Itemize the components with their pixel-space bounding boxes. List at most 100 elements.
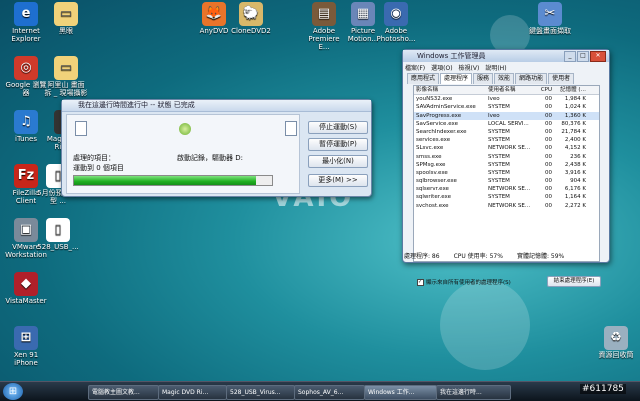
vistamaster-icon: ◆ [14,272,38,296]
desktop-icon[interactable]: ♻ 資源回收筒 [594,326,638,359]
minimize-button[interactable]: 最小化(N) [308,155,368,168]
table-cell: NETWORK SE... [488,186,531,193]
desktop-icon-label: Internet Explorer [11,27,41,43]
column-header[interactable]: 使用者名稱 [488,86,538,94]
table-row[interactable]: spoolsv.exe SYSTEM 00 3,916 K [414,169,599,177]
taskbar-button[interactable]: 電腦教主圖文教... [88,385,159,400]
desktop-icon-label: 鍵盤畫面擷取 [529,27,571,35]
table-cell: sqlbrowser.exe [416,178,457,185]
desktop-icon[interactable]: 🐑 CloneDVD2 [229,2,273,35]
table-row[interactable]: SLsvc.exe NETWORK SE... 00 4,152 K [414,144,599,152]
checkbox-box[interactable]: ✓ [417,278,424,286]
filezilla-icon: Fz [14,164,38,188]
menu-item[interactable]: 檔案(F) [405,63,425,72]
desktop-icon[interactable]: ♫ iTunes [4,110,48,143]
stop-button[interactable]: 停止運動(S) [308,121,368,134]
table-cell: 80,376 K [561,120,586,127]
table-cell: 4,152 K [564,145,586,152]
table-cell: sqlservr.exe [416,186,449,193]
tab[interactable]: 處理程序 [440,73,473,84]
table-row[interactable]: services.exe SYSTEM 00 2,400 K [414,136,599,144]
taskbar-button[interactable]: Magic DVD Ri... [158,385,227,400]
desktop-icon[interactable]: ▤ Adobe Premiere E... [302,2,346,51]
desktop-icon[interactable]: ▭ 阿里山 畫面拆 _ 現場攝影 [44,56,88,97]
pause-button[interactable]: 暫停運動(P) [308,138,368,151]
tab[interactable]: 網路功能 [515,73,548,84]
desktop-icon-label: VistaMaster [5,297,47,305]
show-all-users-checkbox[interactable]: ✓ 顯示來自所有使用者的處理程序(S) [417,278,511,286]
column-header[interactable]: CPU [538,86,552,94]
desktop-icon[interactable]: ▭ 黑眼 [44,2,88,35]
table-row[interactable]: SavService.exe LOCAL SERVI... 00 80,376 K [414,120,599,128]
menu-item[interactable]: 檢視(V) [459,63,480,72]
table-row[interactable]: SavProgress.exe Iveo 00 1,360 K [414,111,599,120]
window-controls: _ □ ✕ [564,51,606,62]
task-manager-menu: 檔案(F) 選項(O) 檢視(V) 說明(H) [405,63,507,72]
taskbar-button[interactable]: Windows 工作... [364,385,437,400]
task-manager-window[interactable]: Windows 工作管理員 _ □ ✕ 檔案(F) 選項(O) 檢視(V) 說明(H)… [402,49,610,287]
desktop-icon[interactable]: ⊞ Xen 91 iPhone [4,326,48,367]
source-path: 啟動記錄，驅動器 D: [177,154,243,162]
desktop-icon[interactable]: ◆ VistaMaster [4,272,48,305]
table-cell: 00 [545,128,552,135]
minimize-window-button[interactable]: _ [564,51,576,62]
tab[interactable]: 應用程式 [407,73,440,84]
maximize-window-button[interactable]: □ [577,51,589,62]
table-row[interactable]: svchost.exe NETWORK SE... 00 2,272 K [414,202,599,210]
internet-explorer-icon: e [14,2,38,26]
table-row[interactable]: sqlwriter.exe SYSTEM 00 1,164 K [414,193,599,201]
end-process-button[interactable]: 結束處理程序(E) [547,276,601,287]
table-row[interactable]: SAVAdminService.exe SYSTEM 00 1,024 K [414,103,599,111]
desktop-icon[interactable]: ◉ Adobe Photosho... [374,2,418,43]
tab[interactable]: 服務 [473,73,494,84]
document-icon: ▯ [46,218,70,242]
camera-icon: ◉ [384,2,408,26]
table-row[interactable]: SPMsg.exe SYSTEM 00 2,438 K [414,161,599,169]
process-count: 處理程序: 86 [404,253,440,260]
menu-item[interactable]: 選項(O) [431,63,452,72]
copy-progress-dialog[interactable]: 我在這邊行時間進行中 -- 狀態 已完成 處理的項目： 運動到 0 個項目 啟動… [61,99,372,197]
table-cell: 2,400 K [564,137,586,144]
table-cell: 2,438 K [564,161,586,168]
table-cell: 2,272 K [564,202,586,209]
table-cell: NETWORK SE... [488,145,531,152]
table-row[interactable]: sqlservr.exe NETWORK SE... 00 6,176 K [414,185,599,193]
table-cell: 1,984 K [564,96,586,103]
table-cell: 00 [545,161,552,168]
recycle-bin-icon: ♻ [604,326,628,350]
table-row[interactable]: smss.exe SYSTEM 00 236 K [414,153,599,161]
table-row[interactable]: youNS32.exe Iveo 00 1,984 K [414,95,599,103]
desktop-icon[interactable]: ▯ 528_USB_... [36,218,80,251]
table-cell: SYSTEM [488,161,510,168]
table-cell: 00 [545,120,552,127]
table-cell: 00 [545,153,552,160]
table-row[interactable]: sqlbrowser.exe SYSTEM 00 904 K [414,177,599,185]
tab[interactable]: 效能 [494,73,515,84]
table-row[interactable]: SearchIndexer.exe SYSTEM 00 21,784 K [414,128,599,136]
process-list[interactable]: 影像名稱 使用者名稱 CPU 記憶體 (… youNS32.exe Iveo 00 1,98… [413,85,600,262]
column-header[interactable]: 記憶體 (… [552,86,586,94]
itunes-icon: ♫ [14,110,38,134]
table-cell: Iveo [488,96,500,103]
start-button[interactable]: ⊞ [3,383,23,400]
show-all-users-label: 顯示來自所有使用者的處理程序(S) [426,280,511,286]
desktop-icon[interactable]: ✂ 鍵盤畫面擷取 [528,2,572,35]
taskbar-button[interactable]: 528_USB_Virus... [226,385,295,400]
tab[interactable]: 使用者 [548,73,575,84]
menu-item[interactable]: 說明(H) [485,63,506,72]
table-cell: SYSTEM [488,194,510,201]
table-cell: svchost.exe [416,202,449,209]
column-header[interactable]: 影像名稱 [414,86,488,94]
desktop-icon[interactable]: e Internet Explorer [4,2,48,43]
close-window-button[interactable]: ✕ [590,51,606,62]
table-cell: SLsvc.exe [416,145,444,152]
taskbar-button[interactable]: 我在這邊行時... [436,385,511,400]
desktop-icon-label: CloneDVD2 [231,27,271,35]
table-cell: SYSTEM [488,128,510,135]
desktop-icon[interactable]: ◎ Google 瀏覽器 [4,56,48,97]
table-cell: SavProgress.exe [416,112,462,119]
taskbar-button[interactable]: Sophos_AV_6... [294,385,365,400]
table-cell: SYSTEM [488,169,510,176]
desktop-icon-label: 阿里山 畫面拆 _ 現場攝影 [44,81,88,97]
more-button[interactable]: 更多(M) >> [308,174,368,187]
